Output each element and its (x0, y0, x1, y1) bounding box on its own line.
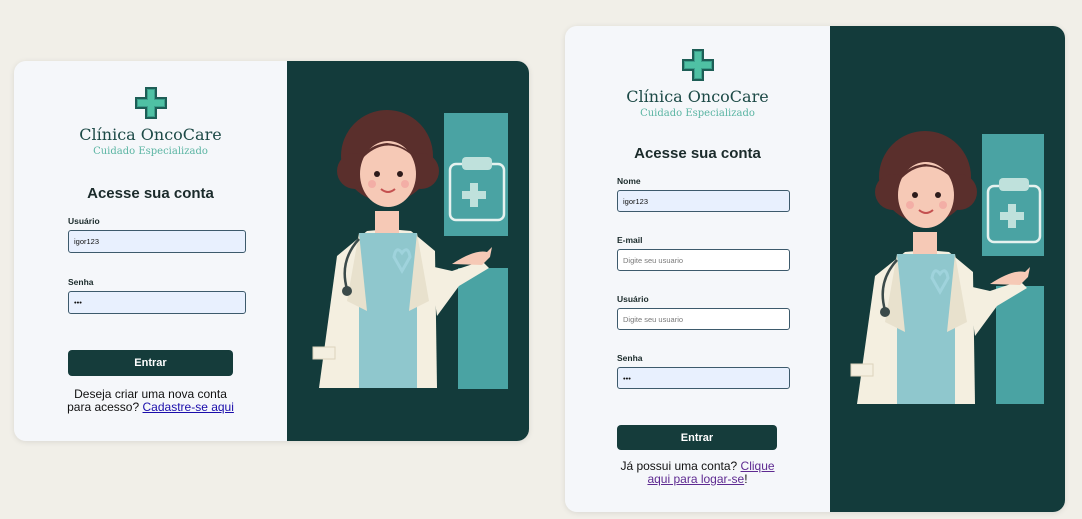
register-submit-button[interactable]: Entrar (617, 425, 777, 450)
doctor-illustration-panel (830, 26, 1065, 512)
name-input[interactable]: igor123 (617, 190, 790, 212)
clinic-tagline: Cuidado Especializado (640, 108, 755, 119)
doctor-illustration (850, 131, 1044, 404)
register-footer-tail: ! (744, 472, 748, 486)
register-footer-text: Já possui uma conta? (620, 459, 738, 473)
clinic-name: Clínica OncoCare (79, 125, 222, 144)
register-form-panel: Clínica OncoCare Cuidado Especializado A… (565, 26, 830, 512)
user-input[interactable]: Digite seu usuario (617, 308, 790, 330)
user-label: Usuário (617, 294, 649, 304)
login-footer: Deseja criar uma nova conta para acesso?… (14, 388, 287, 414)
email-label: E-mail (617, 235, 643, 245)
medical-cross-icon (134, 86, 168, 125)
login-link-2[interactable]: aqui para logar-se (647, 472, 744, 486)
doctor-illustration (312, 110, 508, 389)
name-label: Nome (617, 176, 641, 186)
register-link[interactable]: Cadastre-se aqui (143, 400, 234, 414)
login-footer-text-2: para acesso? (67, 400, 140, 414)
password-input[interactable]: ••• (68, 291, 246, 314)
login-card: Clínica OncoCare Cuidado Especializado A… (14, 61, 529, 441)
password-label: Senha (617, 353, 643, 363)
login-link-1[interactable]: Clique (741, 459, 775, 473)
register-card: Clínica OncoCare Cuidado Especializado A… (565, 26, 1065, 512)
register-footer: Já possui uma conta? Clique aqui para lo… (565, 460, 830, 486)
password-label: Senha (68, 277, 94, 287)
login-submit-button[interactable]: Entrar (68, 350, 233, 376)
doctor-illustration-panel (287, 61, 529, 441)
user-input[interactable]: igor123 (68, 230, 246, 253)
clinic-logo: Clínica OncoCare Cuidado Especializado (565, 48, 830, 119)
clinic-tagline: Cuidado Especializado (93, 146, 208, 157)
medical-cross-icon (681, 48, 715, 87)
clinic-logo: Clínica OncoCare Cuidado Especializado (14, 86, 287, 157)
email-input[interactable]: Digite seu usuario (617, 249, 790, 271)
clinic-name: Clínica OncoCare (626, 87, 769, 106)
login-form-panel: Clínica OncoCare Cuidado Especializado A… (14, 61, 287, 441)
password-input[interactable]: ••• (617, 367, 790, 389)
login-heading: Acesse sua conta (87, 185, 214, 202)
user-label: Usuário (68, 216, 100, 226)
register-heading: Acesse sua conta (634, 145, 761, 162)
